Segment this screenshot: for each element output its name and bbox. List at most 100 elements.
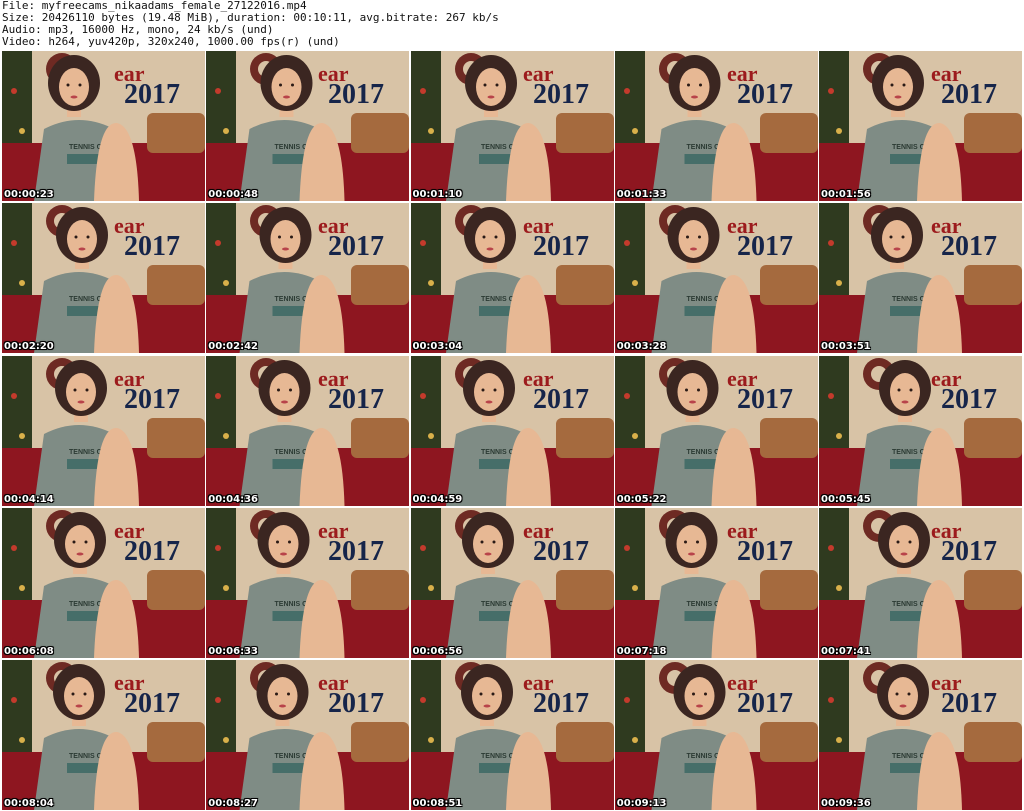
thumbnail-frame[interactable]: ear 2017 TENNIS C 00:03:51 <box>819 203 1022 354</box>
ornament <box>828 544 834 551</box>
lips <box>78 247 86 251</box>
frame-timestamp: 00:06:56 <box>412 645 463 657</box>
ornament <box>427 280 434 287</box>
thumbnail-frame[interactable]: ear 2017 TENNIS C 00:08:04 <box>2 660 205 810</box>
thumbnail-frame[interactable]: ear 2017 TENNIS C 00:09:36 <box>819 660 1022 810</box>
thumbnail-frame[interactable]: ear 2017 TENNIS C 00:00:48 <box>206 51 410 201</box>
eye-right <box>495 83 498 87</box>
file-size-line: Size: 20426110 bytes (19.48 MiB), durati… <box>2 12 499 24</box>
eye-left <box>275 692 279 696</box>
shirt-print: TENNIS C <box>686 144 719 151</box>
eye-right <box>909 388 913 391</box>
lips <box>280 552 288 556</box>
thumbnail-frame[interactable]: ear 2017 TENNIS C 00:04:36 <box>206 355 410 506</box>
pillow <box>555 722 614 762</box>
frame-image: ear2017TENNIS C <box>410 51 614 201</box>
face <box>267 677 298 715</box>
eye-right <box>289 388 293 391</box>
ornament <box>427 432 434 439</box>
ornament <box>215 240 222 247</box>
lips <box>282 247 290 251</box>
pillow <box>351 265 410 306</box>
eye-right <box>908 540 912 544</box>
frame-timestamp: 00:03:04 <box>412 341 463 353</box>
thumbnail-frame[interactable]: ear 2017 TENNIS C 00:05:22 <box>614 355 818 506</box>
thumbnail-frame[interactable]: ear 2017 TENNIS C 00:01:56 <box>819 51 1022 201</box>
video-info-line: Video: h264, yuv420p, 320x240, 1000.00 f… <box>2 36 340 48</box>
eye-left <box>279 83 283 87</box>
thumbnail-frame[interactable]: ear 2017 TENNIS C 00:03:04 <box>410 203 614 354</box>
ornament <box>836 280 842 287</box>
ornament <box>215 88 222 94</box>
shirt-print: TENNIS C <box>686 753 719 760</box>
frame-timestamp: 00:03:51 <box>821 341 871 353</box>
face <box>679 68 710 106</box>
eye-right <box>697 235 701 239</box>
frame-image: ear2017TENNIS C <box>2 51 205 201</box>
frame-image: ear2017TENNIS C <box>410 660 614 810</box>
thumbnail-frame[interactable]: ear 2017 TENNIS C 00:07:18 <box>614 507 818 658</box>
pillow <box>147 569 205 610</box>
shirt-print: TENNIS C <box>686 601 719 608</box>
thumbnail-grid: ear 2017 TENNIS C 00:00:23 ear 2017 TENNIS C 00… <box>2 51 1022 810</box>
thumbnail-frame[interactable]: ear 2017 TENNIS C 00:01:33 <box>614 51 818 201</box>
frame-image: ear2017TENNIS C <box>819 355 1022 506</box>
ornament <box>19 128 25 134</box>
ornament <box>623 392 630 399</box>
ornament <box>419 240 426 247</box>
frame-timestamp: 00:09:36 <box>821 798 871 809</box>
eye-right <box>907 692 911 696</box>
eye-right <box>494 235 497 239</box>
thumbnail-frame[interactable]: ear 2017 TENNIS C 00:04:59 <box>410 355 614 506</box>
ornament <box>223 737 230 743</box>
thumbnail-frame[interactable]: ear 2017 TENNIS C 00:02:42 <box>206 203 410 354</box>
thumbnail-frame[interactable]: ear 2017 TENNIS C 00:06:08 <box>2 507 205 658</box>
thumbnail-frame[interactable]: ear 2017 TENNIS C 00:09:13 <box>614 660 818 810</box>
banner-text-year: 2017 <box>124 79 180 110</box>
pillow <box>964 417 1022 458</box>
eye-right <box>83 692 87 696</box>
eye-left <box>277 388 281 391</box>
thumbnail-frame[interactable]: ear 2017 TENNIS C 00:06:56 <box>410 507 614 658</box>
lips <box>279 704 287 708</box>
shirt-print: TENNIS C <box>69 753 102 760</box>
ornament <box>836 432 842 439</box>
frame-image: ear2017TENNIS C <box>614 51 818 201</box>
file-info-header: File: myfreecams_nikaadams_female_271220… <box>2 0 1022 50</box>
pillow <box>555 569 614 610</box>
ornament <box>427 584 434 591</box>
frame-timestamp: 00:07:18 <box>616 645 667 657</box>
pillow <box>351 722 410 762</box>
eye-right <box>901 235 905 239</box>
thumbnail-frame[interactable]: ear 2017 TENNIS C 00:00:23 <box>2 51 205 201</box>
frame-image: ear2017TENNIS C <box>410 355 614 506</box>
frame-timestamp: 00:00:48 <box>208 189 258 200</box>
pillow <box>555 417 614 458</box>
eye-right <box>78 83 82 87</box>
shirt-print: TENNIS C <box>69 144 102 151</box>
banner-text-year: 2017 <box>941 688 997 719</box>
shirt-print: TENNIS C <box>275 144 308 151</box>
eye-left <box>66 83 70 87</box>
ornament <box>623 88 630 94</box>
shirt-print: TENNIS C <box>275 601 308 608</box>
thumbnail-frame[interactable]: ear 2017 TENNIS C 00:01:10 <box>410 51 614 201</box>
thumbnail-frame[interactable]: ear 2017 TENNIS C 00:08:51 <box>410 660 614 810</box>
frame-image: ear2017TENNIS C <box>614 507 818 658</box>
frame-image: ear2017TENNIS C <box>206 507 410 658</box>
pillow <box>147 113 205 153</box>
thumbnail-frame[interactable]: ear 2017 TENNIS C 00:05:45 <box>819 355 1022 506</box>
thumbnail-frame[interactable]: ear 2017 TENNIS C 00:02:20 <box>2 203 205 354</box>
thumbnail-frame[interactable]: ear 2017 TENNIS C 00:04:14 <box>2 355 205 506</box>
banner-text-year: 2017 <box>328 536 384 567</box>
thumbnail-frame[interactable]: ear 2017 TENNIS C 00:06:33 <box>206 507 410 658</box>
thumbnail-frame[interactable]: ear 2017 TENNIS C 00:08:27 <box>206 660 410 810</box>
lips <box>486 247 493 251</box>
thumbnail-frame[interactable]: ear 2017 TENNIS C 00:03:28 <box>614 203 818 354</box>
face <box>475 68 506 106</box>
frame-timestamp: 00:06:08 <box>4 645 54 657</box>
thumbnail-frame[interactable]: ear 2017 TENNIS C 00:07:41 <box>819 507 1022 658</box>
frame-image: ear2017TENNIS C <box>2 660 205 810</box>
eye-right <box>290 235 294 239</box>
pillow <box>555 113 614 153</box>
